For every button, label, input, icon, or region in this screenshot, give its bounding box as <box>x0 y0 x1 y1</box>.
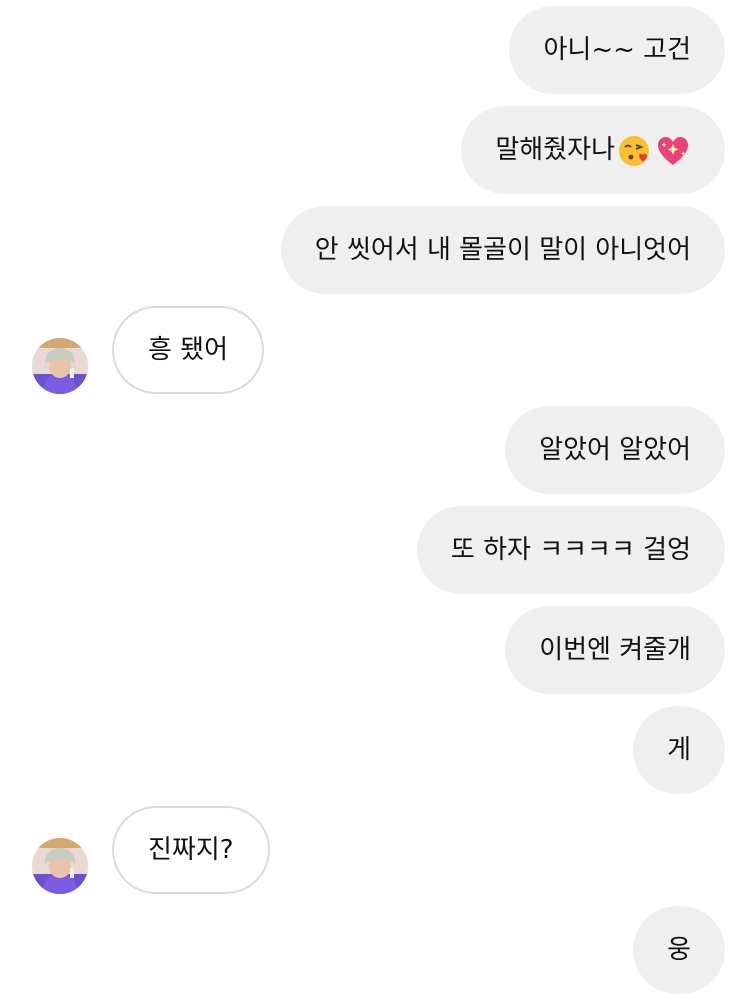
received-message-bubble[interactable]: 진짜지? <box>112 806 270 894</box>
sent-message-bubble[interactable]: 알았어 알았어 <box>505 406 725 494</box>
received-message-bubble[interactable]: 흥 됐어 <box>112 306 265 394</box>
message-row: 웅 <box>0 906 750 994</box>
message-row: 게 <box>0 706 750 794</box>
message-row: 진짜지? <box>0 806 750 894</box>
avatar[interactable] <box>32 338 88 394</box>
sent-message-bubble[interactable]: 말해줬자나 <box>461 106 725 194</box>
kissing-heart-emoji-icon <box>617 134 651 168</box>
sent-message-bubble[interactable]: 이번엔 켜줄개 <box>505 606 725 694</box>
message-text: 웅 <box>667 935 691 965</box>
message-row: 흥 됐어 <box>0 306 750 394</box>
message-row: 이번엔 켜줄개 <box>0 606 750 694</box>
sparkling-heart-emoji-icon <box>655 134 691 168</box>
message-text: 진짜지? <box>148 835 234 865</box>
chat-thread: 아니~~ 고건 말해줬자나 안 씻어서 내 몰골이 말이 아니엇어 흥 됐어 알… <box>0 0 750 1003</box>
message-row: 안 씻어서 내 몰골이 말이 아니엇어 <box>0 206 750 294</box>
sent-message-bubble[interactable]: 웅 <box>633 906 725 994</box>
message-text: 말해줬자나 <box>495 135 615 165</box>
message-text: 알았어 알았어 <box>539 435 691 465</box>
message-text: 흥 됐어 <box>148 335 229 365</box>
message-row: 또 하자 ㅋㅋㅋㅋ 걸엉 <box>0 506 750 594</box>
message-row: 알았어 알았어 <box>0 406 750 494</box>
message-text: 또 하자 ㅋㅋㅋㅋ 걸엉 <box>450 535 691 565</box>
sent-message-bubble[interactable]: 아니~~ 고건 <box>509 6 725 94</box>
message-text: 게 <box>667 735 691 765</box>
sent-message-bubble[interactable]: 또 하자 ㅋㅋㅋㅋ 걸엉 <box>416 506 725 594</box>
sent-message-bubble[interactable]: 안 씻어서 내 몰골이 말이 아니엇어 <box>280 206 725 294</box>
avatar[interactable] <box>32 838 88 894</box>
sent-message-bubble[interactable]: 게 <box>633 706 725 794</box>
message-text: 이번엔 켜줄개 <box>539 635 691 665</box>
message-text: 안 씻어서 내 몰골이 말이 아니엇어 <box>314 235 691 265</box>
message-row: 아니~~ 고건 <box>0 6 750 94</box>
message-row: 말해줬자나 <box>0 106 750 194</box>
message-text: 아니~~ 고건 <box>543 35 691 65</box>
